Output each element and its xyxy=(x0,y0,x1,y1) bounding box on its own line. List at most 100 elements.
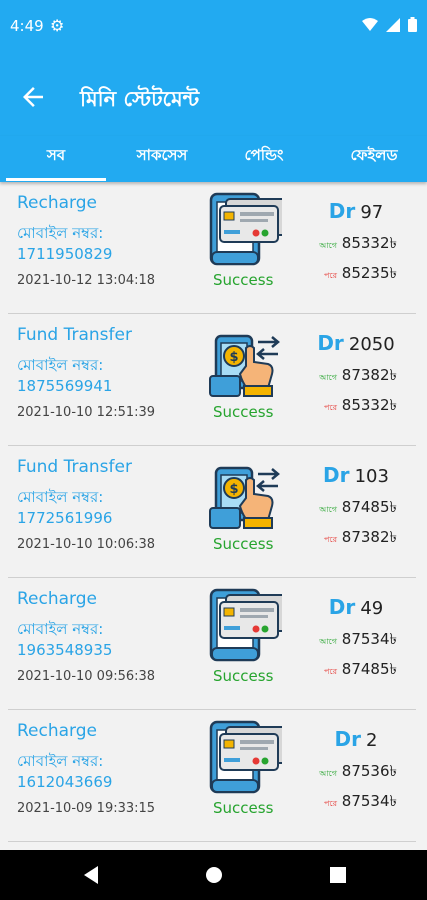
balance-before: আগে 85332৳ xyxy=(319,232,397,257)
balance-before-label: আগে xyxy=(319,241,338,250)
recharge-icon xyxy=(208,720,287,794)
transaction-date: 2021-10-10 09:56:38 xyxy=(17,669,156,684)
amount: Dr 2 xyxy=(300,727,412,751)
page-title: মিনি স্টেটমেন্ট xyxy=(80,87,200,111)
debit-label: Dr xyxy=(334,727,361,751)
mobile-number-label: মোবাইল নম্বর: xyxy=(17,224,104,242)
mobile-number-label: মোবাইল নম্বর: xyxy=(17,752,104,770)
nav-home-icon[interactable] xyxy=(204,864,224,886)
tab-indicator xyxy=(6,178,106,181)
balance-after-label: পরে xyxy=(323,535,338,544)
balance-before-label: আগে xyxy=(319,505,338,514)
mobile-number-label: মোবাইল নম্বর: xyxy=(17,356,104,374)
balance-before-value: 87485৳ xyxy=(341,498,397,516)
debit-label: Dr xyxy=(328,595,356,619)
transaction-list[interactable]: Recharge মোবাইল নম্বর: 1711950829 2021-1… xyxy=(0,182,427,850)
amount: Dr 103 xyxy=(300,463,412,487)
balance-after-value: 85235৳ xyxy=(341,264,397,282)
svg-text:$: $ xyxy=(229,350,238,365)
nav-recents-icon[interactable] xyxy=(328,864,348,886)
recharge-icon xyxy=(208,192,287,266)
balance-after-label: পরে xyxy=(323,403,338,412)
balance-after-value: 87485৳ xyxy=(341,660,397,678)
transaction-item[interactable]: Fund Transfer মোবাইল নম্বর: 1875569941 2… xyxy=(0,314,427,446)
transaction-item[interactable]: Recharge মোবাইল নম্বর: 1963548935 2021-1… xyxy=(0,578,427,710)
balance-after-value: 85332৳ xyxy=(341,396,397,414)
battery-icon xyxy=(408,17,417,32)
balance-before-label: আগে xyxy=(319,769,338,778)
transaction-type: Fund Transfer xyxy=(17,457,132,477)
status-badge: Success xyxy=(213,535,274,553)
mobile-number-label: মোবাইল নম্বর: xyxy=(17,620,104,638)
transaction-date: 2021-10-09 19:33:15 xyxy=(17,801,156,816)
transaction-item[interactable]: Recharge মোবাইল নম্বর: 1612043669 2021-1… xyxy=(0,710,427,842)
mobile-number: 1875569941 xyxy=(17,377,113,395)
balance-after-value: 87534৳ xyxy=(341,792,397,810)
mobile-number-label: মোবাইল নম্বর: xyxy=(17,488,104,506)
balance-after: পরে 85332৳ xyxy=(324,394,397,419)
divider xyxy=(8,841,416,842)
transaction-type: Recharge xyxy=(17,589,97,609)
balance-before-label: আগে xyxy=(319,373,338,382)
transaction-type: Recharge xyxy=(17,193,97,213)
nav-back-icon[interactable] xyxy=(80,864,100,886)
amount-value: 103 xyxy=(354,466,389,487)
balance-before-value: 87534৳ xyxy=(341,630,397,648)
back-arrow-icon[interactable] xyxy=(18,82,48,112)
amount: Dr 49 xyxy=(300,595,412,619)
status-badge: Success xyxy=(213,271,274,289)
tab-success[interactable]: সাকসেস xyxy=(112,144,212,169)
transaction-item[interactable]: Fund Transfer মোবাইল নম্বর: 1772561996 2… xyxy=(0,446,427,578)
tab-pending[interactable]: পেন্ডিং xyxy=(214,144,314,169)
balance-after: পরে 87534৳ xyxy=(324,790,397,815)
amount: Dr 97 xyxy=(300,199,412,223)
debit-label: Dr xyxy=(328,199,356,223)
tab-all[interactable]: সব xyxy=(6,144,106,169)
debit-label: Dr xyxy=(323,463,350,487)
balance-after: পরে 87382৳ xyxy=(324,526,397,551)
balance-after: পরে 85235৳ xyxy=(324,262,397,287)
status-badge: Success xyxy=(213,799,274,817)
balance-after-label: পরে xyxy=(323,667,338,676)
balance-before-value: 85332৳ xyxy=(341,234,397,252)
amount-value: 97 xyxy=(360,202,384,223)
balance-before: আগে 87534৳ xyxy=(319,628,397,653)
transaction-date: 2021-10-10 10:06:38 xyxy=(17,537,156,552)
status-badge: Success xyxy=(213,403,274,421)
balance-before: আগে 87485৳ xyxy=(319,496,397,521)
mobile-number: 1711950829 xyxy=(17,245,113,263)
balance-before: আগে 87382৳ xyxy=(319,364,397,389)
transaction-date: 2021-10-10 12:51:39 xyxy=(17,405,156,420)
balance-after-label: পরে xyxy=(323,799,338,808)
settings-gear-icon: ⚙ xyxy=(50,16,65,35)
amount: Dr 2050 xyxy=(300,331,412,355)
balance-before: আগে 87536৳ xyxy=(319,760,397,785)
status-bar: 4:49 ⚙ xyxy=(0,0,427,56)
amount-value: 2 xyxy=(366,730,378,751)
mobile-number: 1612043669 xyxy=(17,773,113,791)
tab-failed[interactable]: ফেইলড xyxy=(322,144,426,169)
navigation-bar xyxy=(0,850,427,900)
amount-value: 2050 xyxy=(348,334,395,355)
transaction-item[interactable]: Recharge মোবাইল নম্বর: 1711950829 2021-1… xyxy=(0,182,427,314)
recharge-icon xyxy=(208,588,287,662)
status-time: 4:49 xyxy=(10,17,44,35)
mobile-number: 1963548935 xyxy=(17,641,113,659)
mobile-number: 1772561996 xyxy=(17,509,113,527)
wifi-icon xyxy=(362,17,378,31)
debit-label: Dr xyxy=(317,331,344,355)
signal-icon xyxy=(386,17,400,32)
fund-transfer-icon: $ xyxy=(208,324,282,398)
amount-value: 49 xyxy=(360,598,384,619)
balance-after: পরে 87485৳ xyxy=(324,658,397,683)
transaction-date: 2021-10-12 13:04:18 xyxy=(17,273,156,288)
balance-before-value: 87382৳ xyxy=(341,366,397,384)
fund-transfer-icon: $ xyxy=(208,456,282,530)
svg-text:$: $ xyxy=(229,482,238,497)
balance-before-label: আগে xyxy=(319,637,338,646)
transaction-type: Recharge xyxy=(17,721,97,741)
balance-before-value: 87536৳ xyxy=(341,762,397,780)
app-bar: মিনি স্টেটমেন্ট xyxy=(0,56,427,136)
status-badge: Success xyxy=(213,667,274,685)
transaction-type: Fund Transfer xyxy=(17,325,132,345)
